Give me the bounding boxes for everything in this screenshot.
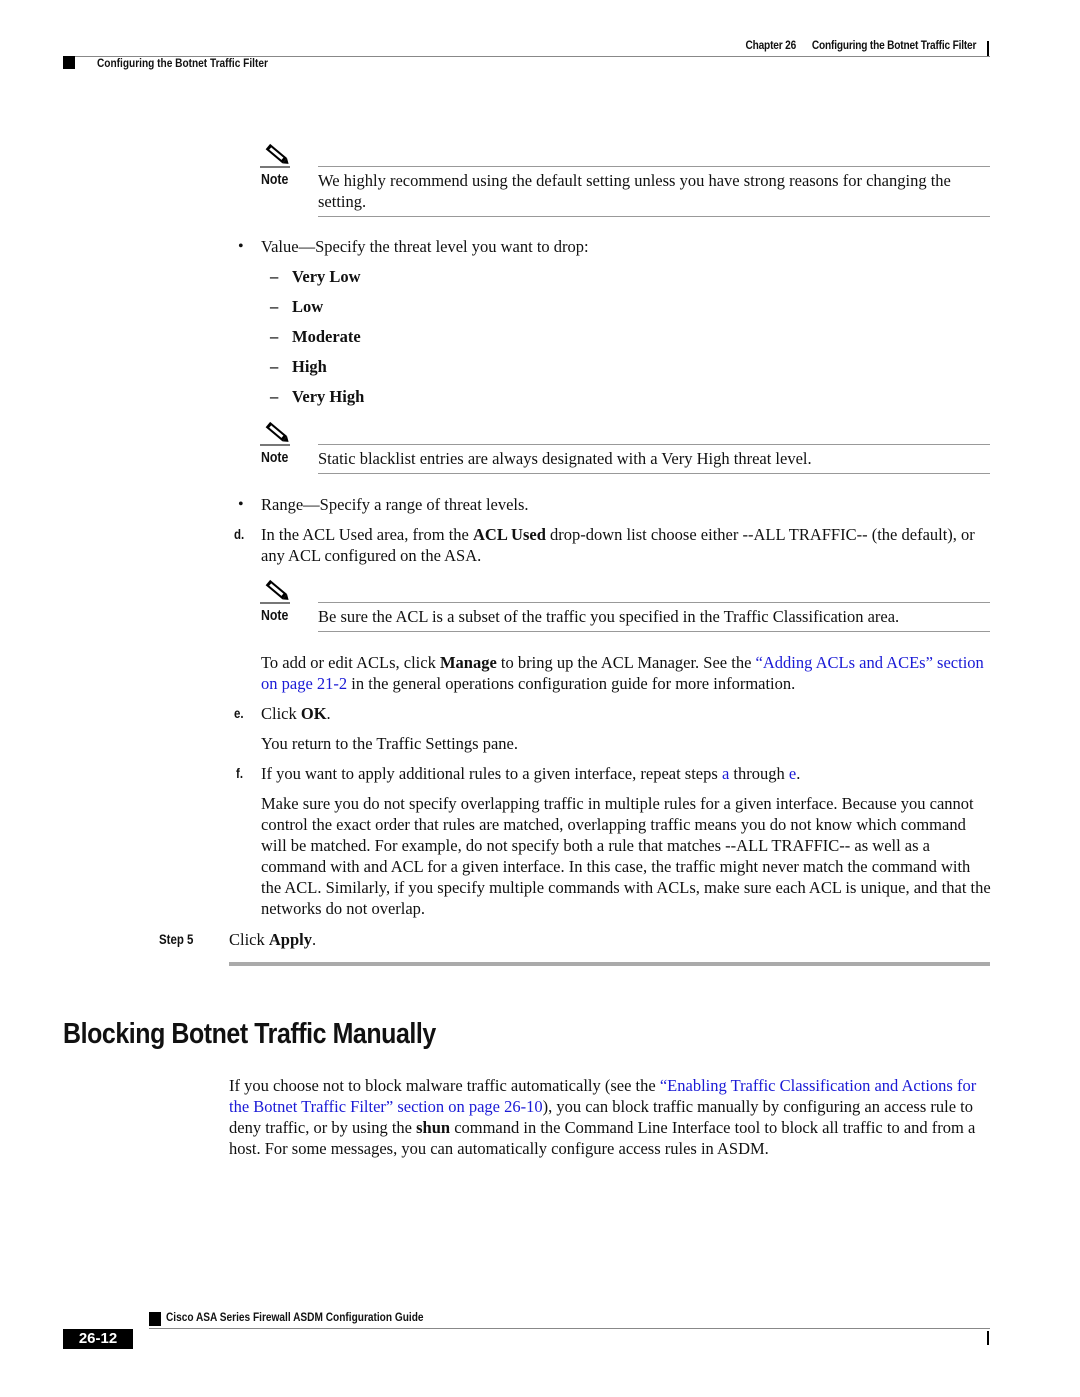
note-text: Be sure the ACL is a subset of the traff…	[318, 607, 900, 626]
note-bottom-rule	[318, 631, 990, 632]
note-text: We highly recommend using the default se…	[318, 171, 951, 211]
header-block-marker	[63, 56, 75, 69]
step-letter-e: e.	[234, 706, 244, 721]
range-description: Range—Specify a range of threat levels.	[261, 495, 529, 514]
step-d-text: In the ACL Used area, from the ACL Used …	[261, 525, 975, 565]
threat-level-list: – Very Low – Low – Moderate – High – Very Hig…	[270, 266, 364, 416]
note-pencil-icon	[260, 578, 292, 609]
acl-manage-paragraph: To add or edit ACLs, click Manage to bri…	[261, 653, 984, 693]
header-vertical-bar	[987, 41, 989, 56]
chapter-label: Chapter 26	[745, 40, 796, 52]
note-label: Note	[261, 608, 289, 624]
step-5-text: Click Apply.	[229, 930, 317, 949]
acl-used-term: ACL Used	[473, 525, 546, 544]
apply-term: Apply	[268, 930, 312, 949]
shun-command: shun	[416, 1118, 451, 1137]
step-letter-d: d.	[234, 527, 245, 542]
footer-block-marker	[149, 1312, 161, 1326]
note-text: Static blacklist entries are always desi…	[318, 449, 812, 468]
threat-level-item: – High	[270, 357, 327, 376]
running-header-section: Configuring the Botnet Traffic Filter	[97, 58, 268, 70]
bullet-icon: •	[238, 238, 244, 255]
chapter-title: Configuring the Botnet Traffic Filter	[811, 40, 977, 52]
step-f-text: If you want to apply additional rules to…	[261, 764, 801, 783]
procedure-end-rule	[229, 962, 990, 966]
threat-level-item: – Low	[270, 297, 324, 316]
footer-guide-title: Cisco ASA Series Firewall ASDM Configura…	[166, 1312, 424, 1324]
running-header-chapter: Chapter 26 Configuring the Botnet Traffic…	[745, 40, 976, 52]
step-e-result: You return to the Traffic Settings pane.	[261, 734, 518, 753]
manage-term: Manage	[439, 653, 497, 672]
footer-vertical-bar	[987, 1331, 989, 1345]
value-description: Value—Specify the threat level you want …	[261, 237, 589, 256]
note-label: Note	[261, 450, 289, 466]
section-heading: Blocking Botnet Traffic Manually	[63, 1018, 436, 1050]
page-number: 26-12	[63, 1329, 133, 1349]
step-e-text: Click OK.	[261, 704, 331, 723]
note-top-rule	[318, 444, 990, 445]
note-bottom-rule	[318, 473, 990, 474]
note-top-rule	[318, 602, 990, 603]
bullet-icon: •	[238, 496, 244, 513]
note-pencil-icon	[260, 142, 292, 173]
step-letter-f: f.	[236, 766, 244, 781]
ok-term: OK	[300, 704, 327, 723]
threat-level-item: – Moderate	[270, 327, 361, 346]
overlap-warning-paragraph: Make sure you do not specify overlapping…	[261, 794, 991, 918]
note-pencil-icon	[260, 420, 292, 451]
note-top-rule	[318, 166, 990, 167]
note-label: Note	[261, 172, 289, 188]
header-rule	[63, 56, 990, 57]
footer-rule	[149, 1328, 990, 1329]
note-bottom-rule	[318, 216, 990, 217]
step-5-label: Step 5	[159, 932, 194, 947]
section-body-paragraph: If you choose not to block malware traff…	[229, 1076, 977, 1158]
threat-level-item: – Very High	[270, 387, 365, 406]
threat-level-item: – Very Low	[270, 267, 361, 286]
